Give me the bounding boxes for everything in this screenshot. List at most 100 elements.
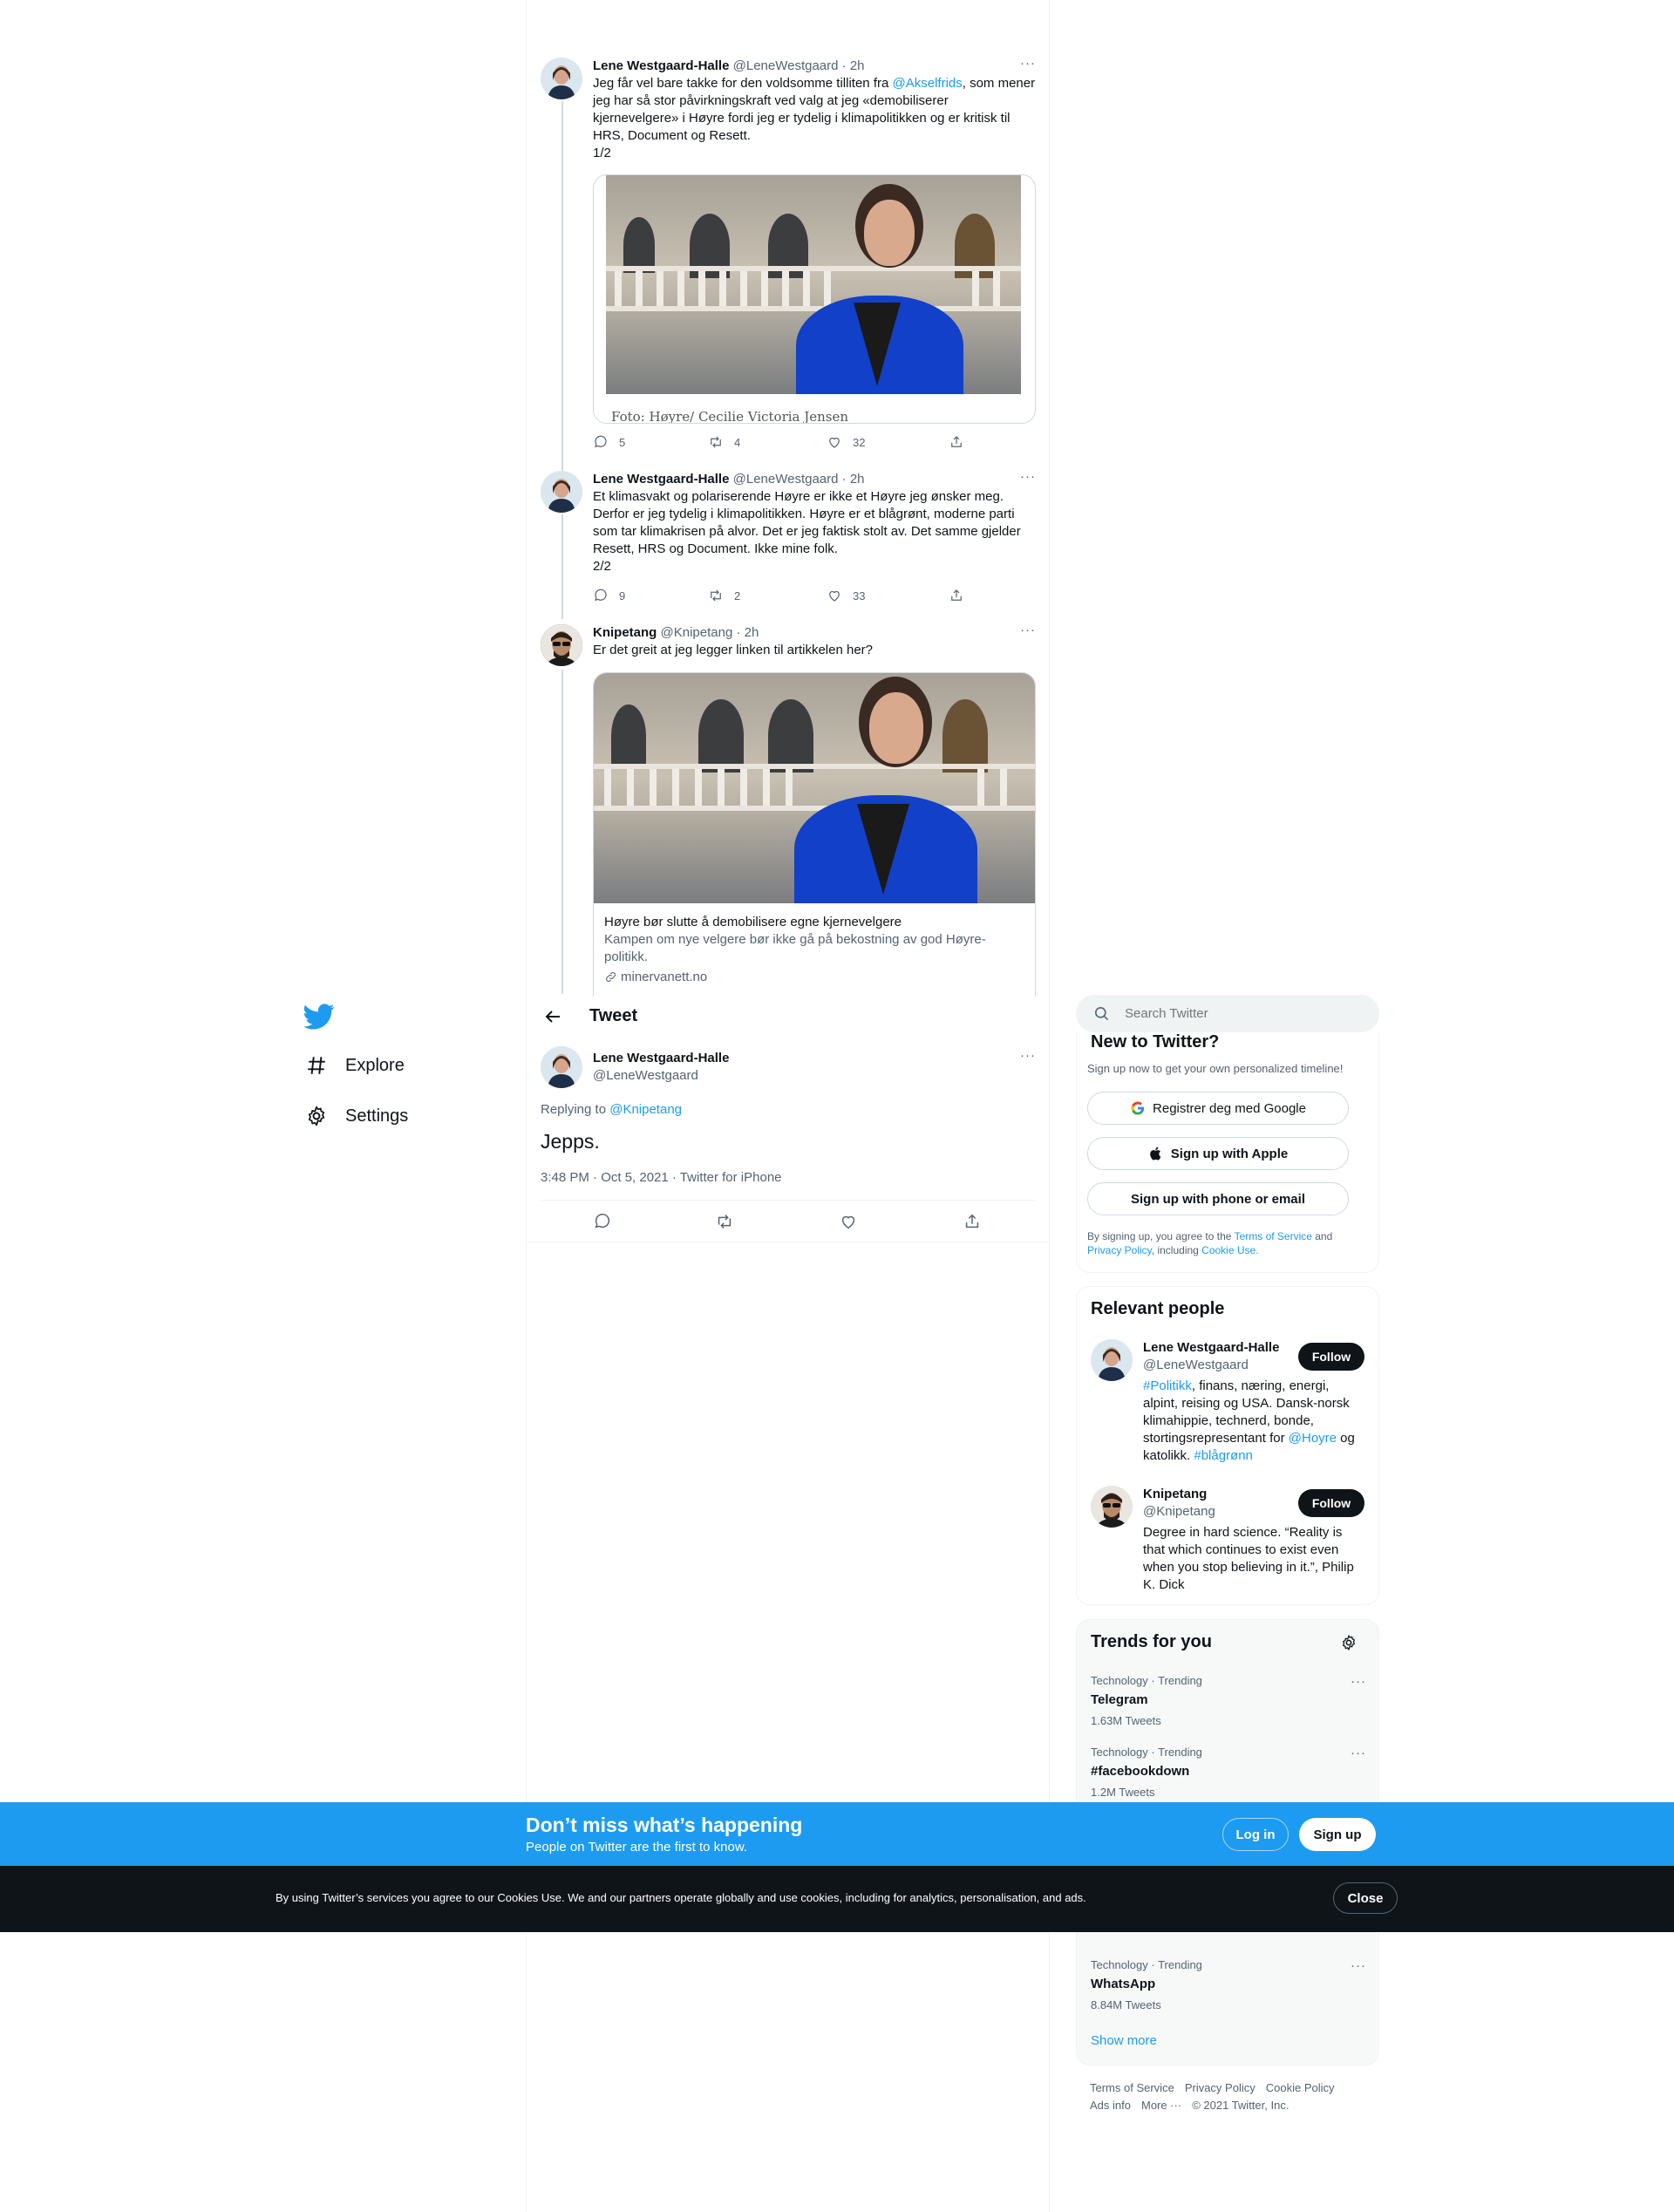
link-card-image[interactable]	[594, 673, 1035, 903]
like-button[interactable]: 32	[827, 434, 865, 450]
author-name[interactable]: Lene Westgaard-Halle	[593, 58, 729, 73]
terms-link[interactable]: Terms of Service	[1235, 1230, 1312, 1242]
mention-link[interactable]: @Hoyre	[1289, 1431, 1337, 1446]
retweet-icon[interactable]	[715, 1212, 734, 1231]
share-icon[interactable]	[963, 1212, 982, 1231]
heart-icon	[829, 437, 840, 448]
more-icon[interactable]: ···	[1020, 623, 1036, 637]
trends-title: Trends for you	[1091, 1632, 1212, 1651]
share-button[interactable]	[949, 434, 964, 450]
footer-more[interactable]: More ···	[1141, 2099, 1181, 2112]
privacy-link[interactable]: Privacy Policy	[1087, 1244, 1152, 1256]
link-card-domain-row[interactable]: minervanett.no	[604, 970, 707, 984]
login-button[interactable]: Log in	[1222, 1818, 1289, 1851]
more-icon[interactable]: ···	[1351, 1958, 1366, 1973]
tweet-time[interactable]: · 2h	[842, 472, 865, 487]
follow-button[interactable]: Follow	[1298, 1343, 1364, 1371]
phone-email-signup-button[interactable]: Sign up with phone or email	[1087, 1182, 1349, 1215]
person-handle[interactable]: @LeneWestgaard	[1143, 1357, 1291, 1374]
retweet-button[interactable]: 2	[708, 588, 740, 603]
nav-explore[interactable]: Explore	[305, 1054, 405, 1077]
more-icon[interactable]: ···	[1020, 56, 1036, 71]
avatar[interactable]	[541, 58, 582, 99]
gear-icon[interactable]	[1340, 1634, 1358, 1651]
reply-icon[interactable]	[593, 1212, 612, 1231]
thread-tweet-1[interactable]: Lene Westgaard-Halle @LeneWestgaard · 2h…	[527, 52, 1050, 462]
relevant-person-1[interactable]: Lene Westgaard-Halle @LeneWestgaard Foll…	[1077, 1339, 1378, 1479]
hashtag-icon	[308, 1057, 325, 1074]
cookie-text: By using Twitter’s services you agree to…	[276, 1891, 1086, 1904]
link-card-domain: minervanett.no	[621, 970, 708, 984]
nav-settings[interactable]: Settings	[305, 1105, 408, 1127]
signup-panel: New to Twitter? Sign up now to get your …	[1076, 1032, 1379, 1273]
back-arrow-icon[interactable]	[542, 1006, 563, 1027]
thread-tweet-2[interactable]: Lene Westgaard-Halle @LeneWestgaard · 2h…	[527, 467, 1050, 616]
google-signup-button[interactable]: Registrer deg med Google	[1087, 1092, 1349, 1125]
author-handle[interactable]: @LeneWestgaard	[733, 58, 839, 73]
more-icon[interactable]: ···	[1351, 1674, 1366, 1689]
cookie-use-link[interactable]: Cookie Use.	[1201, 1244, 1258, 1256]
trend-item[interactable]: Technology · Trending #facebookdown 1.2M…	[1091, 1746, 1366, 1800]
relevant-person-2[interactable]: Knipetang @Knipetang Follow Degree in ha…	[1077, 1486, 1378, 1599]
author-name[interactable]: Lene Westgaard-Halle	[593, 472, 729, 487]
photo[interactable]	[606, 175, 1021, 394]
share-button[interactable]	[949, 588, 964, 603]
footer-cookie[interactable]: Cookie Policy	[1266, 2081, 1335, 2094]
search-box[interactable]	[1076, 995, 1379, 1032]
author-handle[interactable]: @LeneWestgaard	[593, 1067, 729, 1085]
thread-tweet-3[interactable]: Knipetang @Knipetang · 2h Er det greit a…	[527, 623, 1050, 997]
trend-item[interactable]: Technology · Trending WhatsApp 8.84M Twe…	[1091, 1958, 1366, 2012]
more-icon[interactable]: ···	[1351, 1746, 1366, 1760]
link-card[interactable]: Høyre bør slutte å demobilisere egne kje…	[593, 672, 1036, 997]
photo-card[interactable]: Foto: Høyre/ Cecilie Victoria Jensen	[593, 174, 1036, 424]
gear-icon	[308, 1106, 325, 1126]
author-name[interactable]: Knipetang	[593, 625, 657, 640]
person-handle[interactable]: @Knipetang	[1143, 1503, 1291, 1521]
follow-button[interactable]: Follow	[1298, 1489, 1364, 1517]
avatar[interactable]	[541, 1046, 582, 1088]
signup-subtitle: Sign up now to get your own personalized…	[1087, 1062, 1344, 1075]
tweet-timestamp[interactable]: 3:48 PM · Oct 5, 2021 · Twitter for iPho…	[541, 1170, 782, 1185]
avatar[interactable]	[1091, 1339, 1133, 1381]
more-icon[interactable]: ···	[1020, 1048, 1036, 1063]
banner-subtext: People on Twitter are the first to know.	[526, 1840, 748, 1855]
retweet-button[interactable]: 4	[708, 434, 740, 450]
author-handle[interactable]: @Knipetang	[661, 625, 733, 640]
author-handle[interactable]: @LeneWestgaard	[733, 472, 839, 487]
footer-terms[interactable]: Terms of Service	[1090, 2081, 1174, 2094]
hashtag-link[interactable]: #blågrønn	[1194, 1448, 1253, 1463]
footer-links: Terms of Service Privacy Policy Cookie Pol…	[1090, 2079, 1345, 2114]
google-icon	[1131, 1101, 1145, 1115]
signup-title: New to Twitter?	[1091, 1032, 1220, 1052]
retweet-icon	[711, 589, 721, 602]
reply-button[interactable]: 9	[593, 588, 625, 603]
footer-privacy[interactable]: Privacy Policy	[1185, 2081, 1256, 2094]
link-card-title[interactable]: Høyre bør slutte å demobilisere egne kje…	[604, 914, 902, 931]
close-cookie-button[interactable]: Close	[1333, 1882, 1398, 1914]
tweet-time[interactable]: · 2h	[736, 625, 759, 640]
person-name[interactable]: Lene Westgaard-Halle	[1143, 1339, 1291, 1357]
avatar[interactable]	[541, 471, 582, 513]
banner-headline: Don’t miss what’s happening	[526, 1814, 803, 1836]
heart-icon	[829, 590, 840, 602]
like-button[interactable]: 33	[827, 588, 865, 603]
author-name[interactable]: Lene Westgaard-Halle	[593, 1050, 729, 1067]
tweet-time[interactable]: · 2h	[842, 58, 865, 73]
person-name[interactable]: Knipetang	[1143, 1486, 1291, 1503]
avatar[interactable]	[541, 624, 582, 666]
show-more-link[interactable]: Show more	[1091, 2033, 1157, 2048]
heart-icon[interactable]	[839, 1212, 858, 1231]
avatar[interactable]	[1091, 1486, 1133, 1528]
search-icon	[1094, 1006, 1109, 1021]
more-icon[interactable]: ···	[1020, 469, 1036, 484]
apple-signup-button[interactable]: Sign up with Apple	[1087, 1137, 1349, 1170]
mention-link[interactable]: @Akselfrids	[893, 76, 963, 91]
replying-to-handle[interactable]: @Knipetang	[609, 1102, 682, 1117]
twitter-logo-icon[interactable]	[303, 1001, 335, 1032]
signup-button[interactable]: Sign up	[1299, 1818, 1376, 1851]
trend-item[interactable]: Technology · Trending Telegram 1.63M Twe…	[1091, 1674, 1366, 1728]
reply-button[interactable]: 5	[593, 434, 625, 450]
footer-ads[interactable]: Ads info	[1090, 2099, 1131, 2112]
hashtag-link[interactable]: #Politikk	[1143, 1378, 1192, 1393]
search-input[interactable]	[1125, 995, 1360, 1032]
